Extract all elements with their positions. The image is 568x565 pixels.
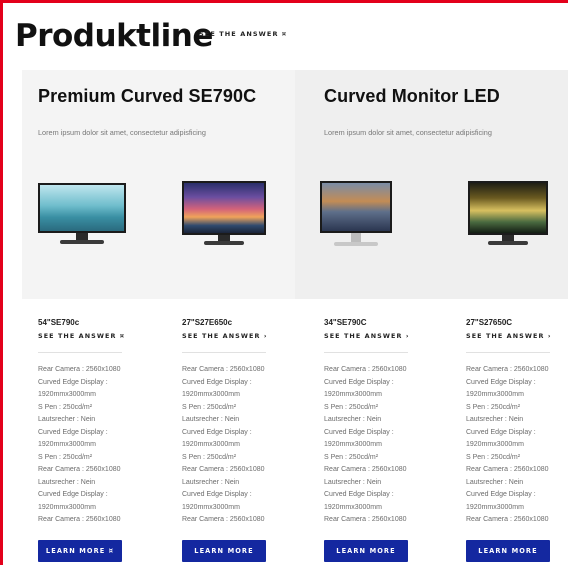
divider	[324, 352, 408, 353]
monitor-image-2[interactable]	[182, 181, 266, 247]
divider	[466, 352, 550, 353]
product-model: 54"SE790c	[38, 318, 80, 327]
spec-line: Lautsrecher : Nein	[324, 416, 382, 423]
page-title: Produktline	[15, 18, 213, 54]
see-answer-link[interactable]: SEE THE ANSWER ¤	[38, 331, 148, 341]
spec-line: Rear Camera : 2560x1080	[324, 466, 407, 473]
monitor-image-3[interactable]	[320, 181, 392, 251]
spec-line: Rear Camera : 2560x1080	[38, 466, 121, 473]
spec-list: Rear Camera : 2560x1080 Curved Edge Disp…	[182, 364, 292, 527]
monitor-image-4[interactable]	[468, 181, 548, 247]
spec-line: 1920mmx3000mm	[324, 391, 382, 398]
monitor-image-1[interactable]	[38, 183, 126, 247]
spec-line: Rear Camera : 2560x1080	[466, 466, 549, 473]
spec-list: Rear Camera : 2560x1080 Curved Edge Disp…	[38, 364, 148, 527]
see-answer-link[interactable]: SEE THE ANSWER ›	[182, 331, 292, 341]
panel-title: Curved Monitor LED	[324, 86, 500, 106]
spec-line: Curved Edge Display :	[38, 428, 108, 436]
spec-line: 1920mmx3000mm	[324, 503, 382, 511]
learn-more-button[interactable]: LEARN MORE	[466, 540, 550, 562]
spec-line: Lautsrecher : Nein	[466, 478, 524, 486]
spec-line: Curved Edge Display :	[324, 491, 394, 498]
spec-line: Lautsrecher : Nein	[182, 478, 240, 486]
spec-line: 1920mmx3000mm	[182, 503, 240, 511]
spec-line: 1920mmx3000mm	[38, 391, 96, 398]
product-column-1: 54"SE790c SEE THE ANSWER ¤ Rear Camera :…	[38, 318, 148, 527]
spec-line: Curved Edge Display :	[182, 491, 252, 498]
see-answer-link[interactable]: SEE THE ANSWER ›	[466, 331, 568, 341]
spec-line: S Pen : 250cd/m²	[324, 403, 379, 411]
learn-more-button[interactable]: LEARN MORE	[324, 540, 408, 562]
spec-line: Curved Edge Display :	[466, 491, 536, 498]
spec-line: Rear Camera : 2560x1080	[324, 516, 407, 523]
spec-line: 1920mmx3000mm	[182, 391, 240, 398]
learn-more-button[interactable]: LEARN MORE ¤	[38, 540, 122, 562]
spec-line: Curved Edge Display :	[182, 428, 252, 436]
see-answer-link[interactable]: SEE THE ANSWER ›	[324, 331, 434, 341]
spec-line: Lautsrecher : Nein	[38, 416, 96, 423]
learn-more-button[interactable]: LEARN MORE	[182, 540, 266, 562]
product-model: 34"SE790C	[324, 318, 367, 327]
spec-line: Curved Edge Display :	[324, 428, 394, 436]
product-column-2: 27"S27E650c SEE THE ANSWER › Rear Camera…	[182, 318, 292, 527]
spec-line: S Pen : 250cd/m²	[324, 453, 379, 461]
spec-line: Lautsrecher : Nein	[38, 478, 96, 486]
title-answer-link[interactable]: SEE THE ANSWER ¤	[199, 30, 287, 38]
spec-list: Rear Camera : 2560x1080 Curved Edge Disp…	[324, 364, 434, 527]
spec-line: Lautsrecher : Nein	[466, 416, 524, 423]
divider	[182, 352, 266, 353]
spec-line: Curved Edge Display :	[324, 378, 394, 386]
spec-line: S Pen : 250cd/m²	[38, 403, 93, 411]
product-column-3: 34"SE790C SEE THE ANSWER › Rear Camera :…	[324, 318, 434, 527]
spec-line: Lautsrecher : Nein	[182, 416, 240, 423]
spec-line: S Pen : 250cd/m²	[182, 403, 237, 411]
spec-line: Rear Camera : 2560x1080	[182, 466, 265, 473]
panel-curved-monitor-led: Curved Monitor LED Lorem ipsum dolor sit…	[295, 70, 568, 299]
spec-line: Rear Camera : 2560x1080	[466, 516, 549, 523]
spec-line: Rear Camera : 2560x1080	[38, 366, 121, 373]
spec-line: Curved Edge Display :	[38, 491, 108, 498]
product-model: 27"S27E650c	[182, 318, 233, 327]
panel-subtitle: Lorem ipsum dolor sit amet, consectetur …	[38, 128, 206, 137]
spec-line: 1920mmx3000mm	[466, 391, 524, 398]
panel-premium-curved: Premium Curved SE790C Lorem ipsum dolor …	[22, 70, 295, 299]
spec-line: Curved Edge Display :	[38, 378, 108, 386]
spec-line: Curved Edge Display :	[466, 428, 536, 436]
spec-line: Curved Edge Display :	[182, 378, 252, 386]
product-column-4: 27"S27650C SEE THE ANSWER › Rear Camera …	[466, 318, 568, 527]
spec-line: 1920mmx3000mm	[324, 441, 382, 448]
spec-line: Lautsrecher : Nein	[324, 478, 382, 486]
spec-line: S Pen : 250cd/m²	[182, 453, 237, 461]
spec-line: S Pen : 250cd/m²	[466, 403, 521, 411]
panel-subtitle: Lorem ipsum dolor sit amet, consectetur …	[324, 128, 492, 137]
spec-line: Rear Camera : 2560x1080	[324, 366, 407, 373]
divider	[38, 352, 122, 353]
spec-line: Curved Edge Display :	[466, 378, 536, 386]
spec-line: Rear Camera : 2560x1080	[38, 516, 121, 523]
spec-line: 1920mmx3000mm	[182, 441, 240, 448]
spec-line: 1920mmx3000mm	[38, 503, 96, 511]
spec-line: S Pen : 250cd/m²	[38, 453, 93, 461]
spec-line: 1920mmx3000mm	[38, 441, 96, 448]
spec-line: 1920mmx3000mm	[466, 441, 524, 448]
panel-title: Premium Curved SE790C	[38, 86, 257, 106]
product-model: 27"S27650C	[466, 318, 513, 327]
spec-line: S Pen : 250cd/m²	[466, 453, 521, 461]
spec-list: Rear Camera : 2560x1080 Curved Edge Disp…	[466, 364, 568, 527]
spec-line: 1920mmx3000mm	[466, 503, 524, 511]
spec-line: Rear Camera : 2560x1080	[182, 366, 265, 373]
spec-line: Rear Camera : 2560x1080	[466, 366, 549, 373]
spec-line: Rear Camera : 2560x1080	[182, 516, 265, 523]
